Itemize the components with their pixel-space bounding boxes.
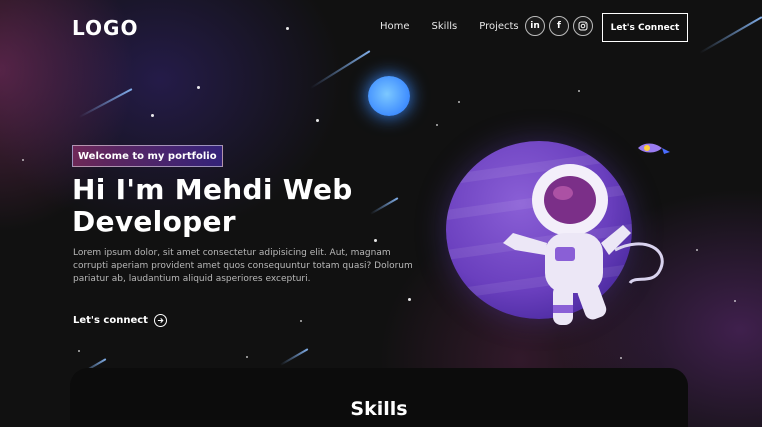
nav-link-home[interactable]: Home: [380, 21, 410, 32]
blue-moon-illustration: [368, 76, 410, 116]
star: [316, 119, 319, 122]
star: [696, 249, 698, 251]
portfolio-page: LOGO Home Skills Projects in f Let's Con…: [0, 0, 762, 427]
star: [734, 300, 736, 302]
astronaut-illustration: [503, 164, 664, 325]
star: [458, 101, 460, 103]
instagram-icon[interactable]: [573, 16, 593, 36]
facebook-icon[interactable]: f: [549, 16, 569, 36]
shooting-star: [310, 50, 371, 89]
star: [620, 357, 622, 359]
star: [300, 320, 302, 322]
shooting-star: [78, 88, 133, 119]
star: [22, 159, 24, 161]
shooting-star: [279, 348, 309, 366]
star: [578, 90, 580, 92]
star: [408, 298, 411, 301]
star: [374, 239, 377, 242]
logo[interactable]: LOGO: [72, 16, 138, 40]
star: [436, 124, 438, 126]
shooting-star: [699, 16, 762, 54]
welcome-tagline: Welcome to my portfolio: [72, 145, 223, 167]
skills-heading: Skills: [350, 398, 408, 420]
star: [151, 114, 154, 117]
lets-connect-button[interactable]: Let's Connect: [602, 13, 688, 42]
arrow-right-circle-icon: [153, 314, 167, 327]
star: [246, 356, 248, 358]
nav-link-projects[interactable]: Projects: [479, 21, 518, 32]
cta-label: Let's connect: [73, 315, 148, 326]
star: [197, 86, 200, 89]
hero-description: Lorem ipsum dolor, sit amet consectetur …: [73, 248, 413, 284]
star: [78, 350, 80, 352]
skills-section: Skills: [70, 368, 688, 427]
social-links: in f: [525, 16, 593, 36]
main-nav: Home Skills Projects: [380, 21, 541, 32]
linkedin-icon[interactable]: in: [525, 16, 545, 36]
lets-connect-link[interactable]: Let's connect: [73, 314, 167, 327]
nav-link-skills[interactable]: Skills: [432, 21, 458, 32]
star: [286, 27, 289, 30]
instagram-glyph: [578, 21, 588, 31]
hero-headline: Hi I'm Mehdi Web Developer: [72, 173, 353, 238]
arrow-glyph: [157, 318, 164, 323]
